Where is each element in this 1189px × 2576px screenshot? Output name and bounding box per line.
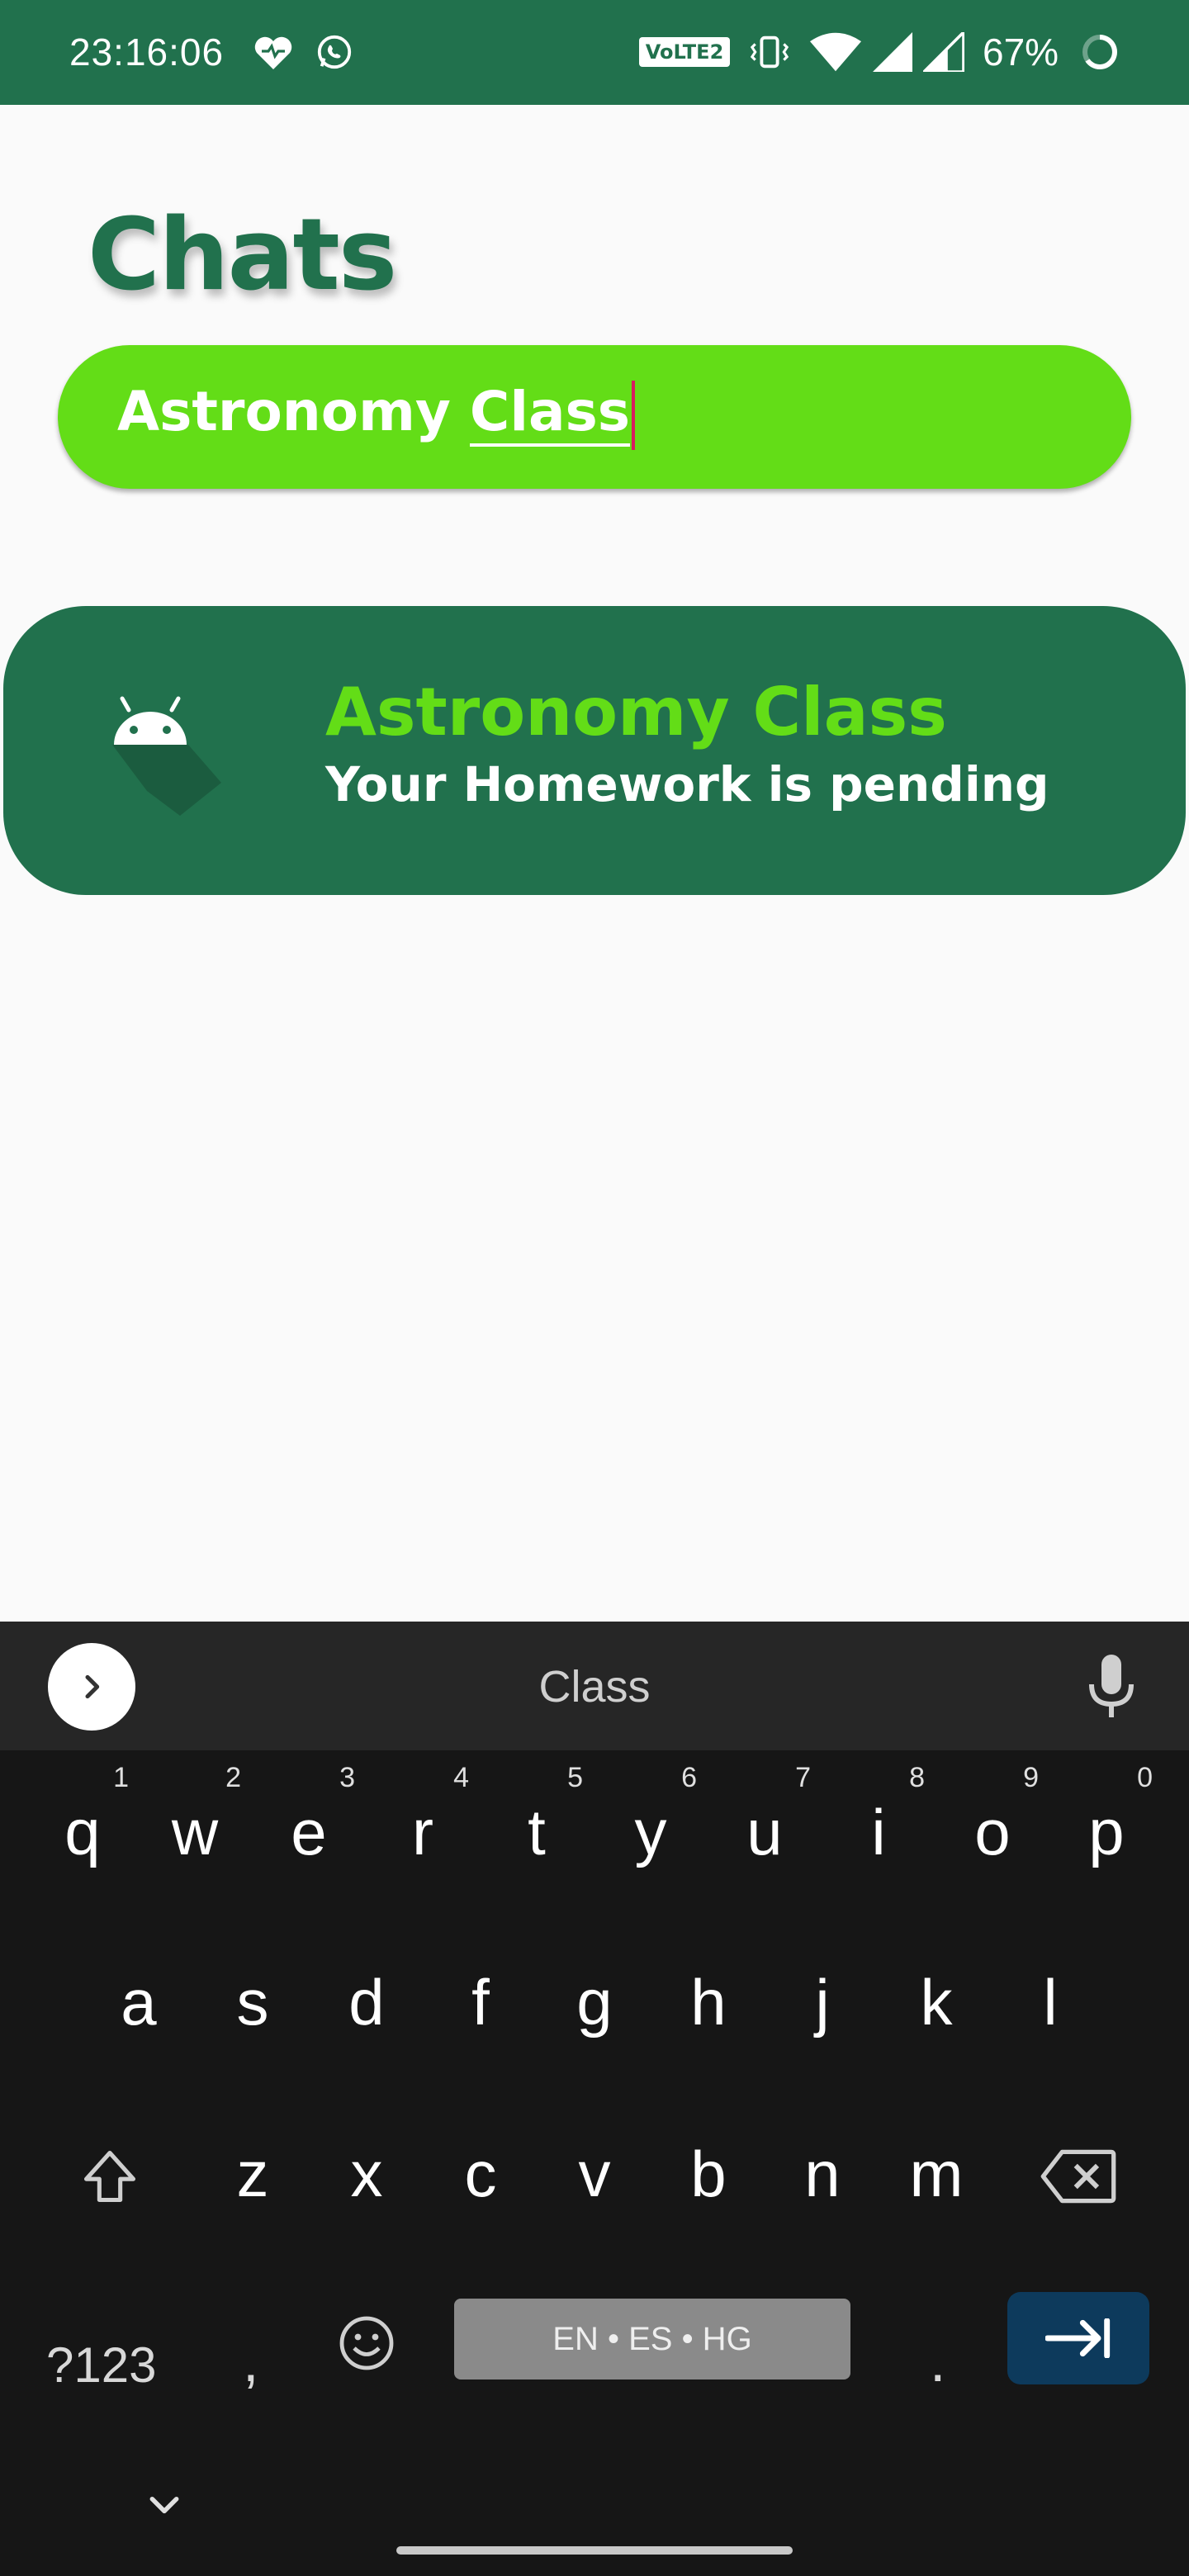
key-h[interactable]: h xyxy=(667,1965,750,2040)
key-r[interactable]: r4 xyxy=(381,1762,469,1870)
key-m[interactable]: m xyxy=(895,2137,978,2212)
key-c[interactable]: c xyxy=(439,2137,522,2212)
key-o[interactable]: o9 xyxy=(951,1762,1039,1870)
whatsapp-icon xyxy=(312,31,357,73)
emoji-icon[interactable] xyxy=(334,2310,400,2376)
key-period[interactable]: . xyxy=(930,2328,945,2394)
key-g[interactable]: g xyxy=(553,1965,636,2040)
volte-badge: VoLTE2 xyxy=(638,31,731,73)
search-text-prefix: Astronomy xyxy=(117,380,470,443)
key-u[interactable]: u7 xyxy=(723,1762,811,1870)
key-y[interactable]: y6 xyxy=(609,1762,698,1870)
key-q[interactable]: q1 xyxy=(41,1762,129,1870)
key-a[interactable]: a xyxy=(97,1965,180,2040)
search-text: Astronomy Class xyxy=(117,380,636,450)
key-s[interactable]: s xyxy=(211,1965,294,2040)
shift-icon[interactable] xyxy=(73,2143,147,2209)
android-icon xyxy=(106,696,221,816)
key-p[interactable]: p0 xyxy=(1065,1762,1153,1870)
battery-icon xyxy=(1078,31,1121,73)
key-l[interactable]: l xyxy=(1009,1965,1092,2040)
key-b[interactable]: b xyxy=(667,2137,750,2212)
chevron-down-icon[interactable] xyxy=(147,2492,182,2517)
keyboard-suggestion-bar: Class xyxy=(0,1622,1189,1750)
space-bar[interactable]: EN • ES • HG xyxy=(454,2299,850,2379)
search-input[interactable]: Astronomy Class xyxy=(58,345,1131,489)
vibrate-icon xyxy=(746,31,793,73)
signal-icon xyxy=(870,31,915,73)
key-x[interactable]: x xyxy=(325,2137,408,2212)
screen: 23:16:06 VoLTE2 67% Chats Astronomy Clas… xyxy=(0,0,1189,2576)
microphone-icon[interactable] xyxy=(1088,1655,1135,1721)
backspace-icon[interactable] xyxy=(1037,2145,1120,2208)
status-time: 23:16:06 xyxy=(69,31,225,73)
chat-last-message: Your Homework is pending xyxy=(325,756,1049,812)
battery-percent: 67% xyxy=(983,31,1059,73)
key-t[interactable]: t5 xyxy=(495,1762,583,1870)
key-d[interactable]: d xyxy=(325,1965,408,2040)
key-w[interactable]: w2 xyxy=(154,1762,241,1870)
key-e[interactable]: e3 xyxy=(268,1762,355,1870)
text-cursor xyxy=(632,380,636,450)
key-comma[interactable]: , xyxy=(243,2328,258,2394)
keyboard-suggestion[interactable]: Class xyxy=(0,1661,1189,1712)
status-bar: 23:16:06 VoLTE2 67% xyxy=(0,0,1189,105)
wifi-icon xyxy=(809,31,862,73)
chat-list-item[interactable]: Astronomy Class Your Homework is pending xyxy=(3,606,1186,895)
signal-2-icon xyxy=(921,31,966,73)
key-k[interactable]: k xyxy=(895,1965,978,2040)
search-text-composing: Class xyxy=(469,380,631,447)
tab-arrow-icon xyxy=(1045,2318,1111,2358)
keyboard: Class xyxy=(0,1622,1189,2576)
key-f[interactable]: f xyxy=(439,1965,522,2040)
enter-key[interactable] xyxy=(1007,2292,1149,2384)
page-title: Chats xyxy=(88,198,397,313)
key-j[interactable]: j xyxy=(781,1965,864,2040)
heart-icon xyxy=(251,31,296,73)
key-n[interactable]: n xyxy=(781,2137,864,2212)
key-v[interactable]: v xyxy=(553,2137,636,2212)
navigation-handle[interactable] xyxy=(396,2546,793,2555)
key-i[interactable]: i8 xyxy=(837,1762,925,1870)
chat-name: Astronomy Class xyxy=(325,674,947,751)
key-z[interactable]: z xyxy=(211,2137,294,2212)
symbols-key[interactable]: ?123 xyxy=(46,2337,156,2394)
